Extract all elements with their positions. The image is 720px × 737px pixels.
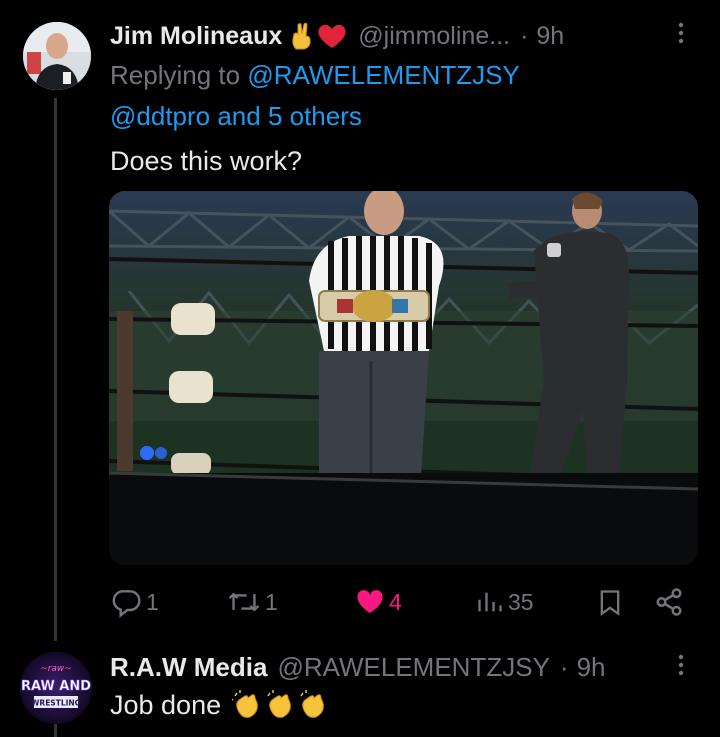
tweet1-action-bar: 1 1 4 35 [110,584,690,620]
separator-dot: · [559,651,569,682]
more-vertical-icon [678,654,684,676]
retweet-icon [228,592,260,612]
tweet2-timestamp[interactable]: 9h [577,652,606,683]
retweet-button[interactable]: 1 [227,584,278,620]
thread-connector-line-continued [54,724,57,737]
avatar-jim-molineaux[interactable] [23,22,91,90]
peace-hand-icon [292,22,311,50]
views-button[interactable]: 35 [476,584,534,620]
clap-icon [232,690,258,718]
share-icon [656,588,682,616]
like-button[interactable]: 4 [355,584,402,620]
tweet1-text: Does this work? [110,146,303,176]
retweet-count: 1 [265,588,278,615]
tweet1-handle[interactable]: @jimmoline... [358,22,510,51]
tweet2-header: R.A.W Media @RAWELEMENTZJSY · 9h [110,647,606,687]
tweet1-header: Jim Molineaux @jimmoline... · 9h [110,16,564,56]
separator-dot: · [520,21,529,50]
clapping-emojis [229,690,328,720]
like-count: 4 [389,588,402,615]
tweet1-author-name[interactable]: Jim Molineaux [110,22,282,51]
more-vertical-icon [678,22,684,44]
avatar-logo-line1: RAW AND [21,679,91,694]
avatar-raw-media[interactable]: ~raw~ RAW AND WRESTLING [20,652,92,724]
mention-rawelementzjsy[interactable]: @RAWELEMENTZJSY [247,60,519,90]
views-icon [478,592,502,612]
reply-count: 1 [146,588,159,615]
tweet2-author-name[interactable]: R.A.W Media [110,652,267,683]
clap-icon [267,690,291,718]
bookmark-icon [600,590,620,616]
tweet1-more-options-button[interactable] [677,20,685,53]
views-count: 35 [508,588,534,615]
avatar-logo-script: ~raw~ [40,664,72,674]
thread-connector-line [54,98,57,641]
heart-emoji-icon [318,24,346,48]
reply-button[interactable]: 1 [110,584,159,620]
replying-to-line: Replying to @RAWELEMENTZJSY [110,58,520,92]
share-button[interactable] [654,584,684,620]
heart-icon [357,590,383,614]
clap-icon [300,690,324,718]
tweet2-handle[interactable]: @RAWELEMENTZJSY [277,652,549,683]
tweet2-text: Job done [110,687,328,723]
avatar-logo-line2: WRESTLING [31,699,81,708]
tweet1-timestamp[interactable]: 9h [536,22,564,51]
bookmark-button[interactable] [596,584,624,620]
mention-others[interactable]: @ddtpro and 5 others [110,101,362,131]
reply-icon [112,590,141,618]
tweet2-more-options-button[interactable] [677,652,685,685]
tweet1-photo[interactable] [109,191,698,565]
author-emoji-peace-heart [290,22,348,50]
replying-to-label: Replying to [110,60,241,90]
replying-to-line-2: @ddtpro and 5 others [110,99,362,133]
tweet2-text-body: Job done [110,690,222,720]
